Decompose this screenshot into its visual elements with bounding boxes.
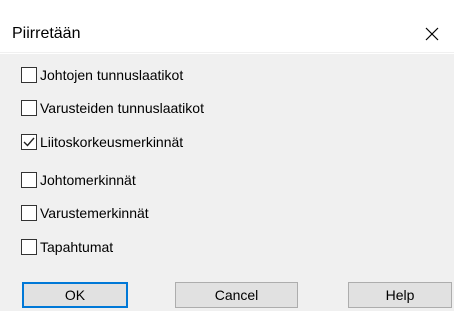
title-bar: Piirretään <box>0 0 454 52</box>
cancel-button[interactable]: Cancel <box>175 282 298 308</box>
checkbox-tapahtumat[interactable]: Tapahtumat <box>21 235 113 259</box>
checkbox-label: Liitoskorkeusmerkinnät <box>40 134 184 150</box>
checkbox-varusteiden-tunnuslaatikot[interactable]: Varusteiden tunnuslaatikot <box>21 96 204 120</box>
checkbox-box[interactable] <box>21 205 37 221</box>
checkbox-box[interactable] <box>21 239 37 255</box>
checkbox-label: Varustemerkinnät <box>40 205 149 221</box>
close-button[interactable] <box>410 18 454 50</box>
ok-button[interactable]: OK <box>22 282 128 308</box>
checkbox-label: Johtomerkinnät <box>40 172 136 188</box>
checkbox-liitoskorkeusmerkinnat[interactable]: Liitoskorkeusmerkinnät <box>21 130 183 154</box>
checkbox-johtojen-tunnuslaatikot[interactable]: Johtojen tunnuslaatikot <box>21 63 183 87</box>
checkbox-box[interactable] <box>21 67 37 83</box>
checkbox-box[interactable] <box>21 172 37 188</box>
checkbox-label: Tapahtumat <box>40 239 114 255</box>
title-separator <box>0 53 454 54</box>
close-icon <box>424 26 440 42</box>
checkbox-box[interactable] <box>21 100 37 116</box>
checkbox-box[interactable] <box>21 134 37 150</box>
checkbox-varustemerkinnat[interactable]: Varustemerkinnät <box>21 201 149 225</box>
checkbox-johtomerkinnat[interactable]: Johtomerkinnät <box>21 168 136 192</box>
dialog-title: Piirretään <box>12 25 81 42</box>
checkmark-icon <box>23 137 35 147</box>
checkbox-label: Varusteiden tunnuslaatikot <box>40 100 204 116</box>
help-button[interactable]: Help <box>348 282 452 308</box>
checkbox-label: Johtojen tunnuslaatikot <box>40 67 184 83</box>
dialog-window: Piirretään Johtojen tunnuslaatikot Varus… <box>0 0 454 311</box>
